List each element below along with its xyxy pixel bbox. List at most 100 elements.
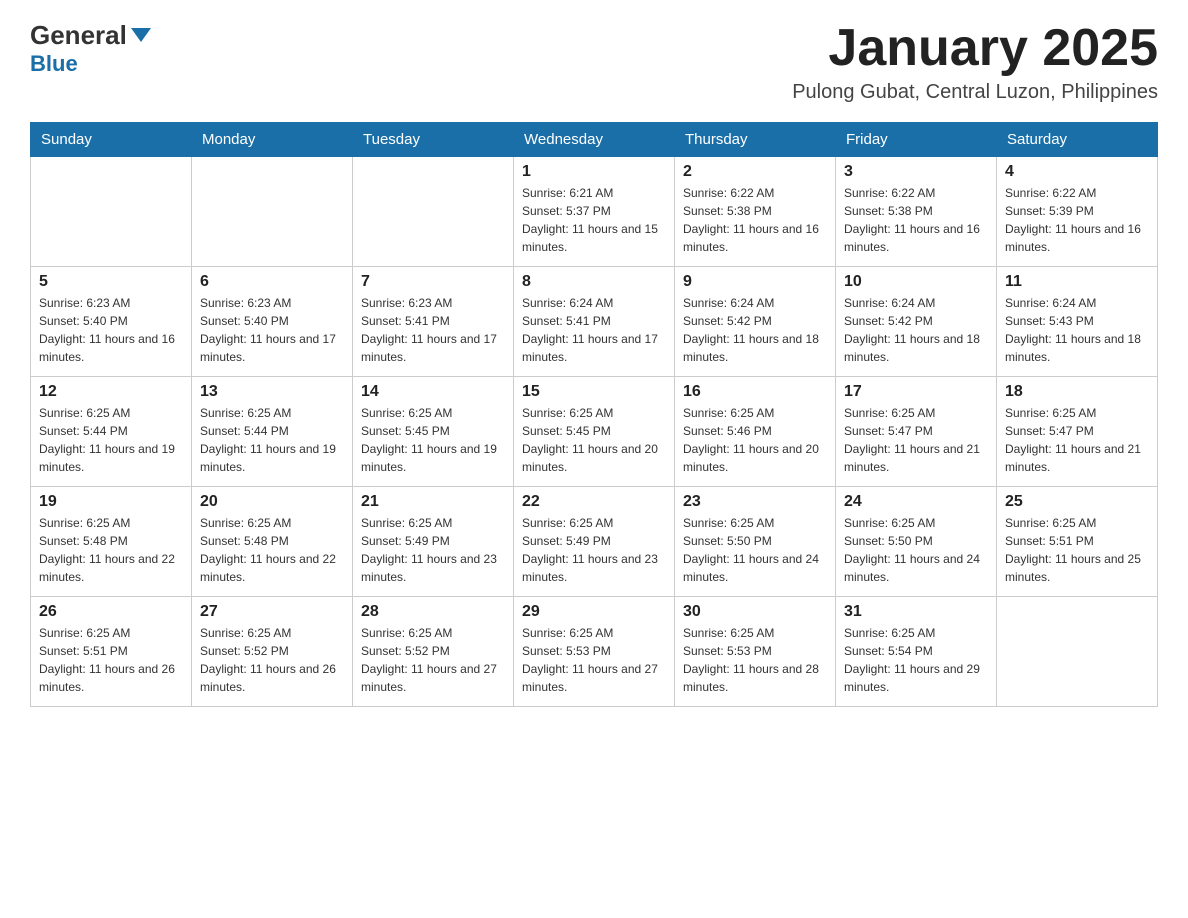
day-info: Sunrise: 6:24 AMSunset: 5:41 PMDaylight:… xyxy=(522,294,666,366)
page-header: General Blue January 2025 Pulong Gubat, … xyxy=(30,20,1158,104)
day-number: 24 xyxy=(844,493,988,511)
day-info: Sunrise: 6:23 AMSunset: 5:40 PMDaylight:… xyxy=(39,294,183,366)
day-number: 19 xyxy=(39,493,183,511)
day-info: Sunrise: 6:25 AMSunset: 5:44 PMDaylight:… xyxy=(39,404,183,476)
calendar-cell: 7 Sunrise: 6:23 AMSunset: 5:41 PMDaylight… xyxy=(353,267,514,377)
week-row-2: 5 Sunrise: 6:23 AMSunset: 5:40 PMDaylight… xyxy=(31,267,1158,377)
calendar-cell: 18Sunrise: 6:25 AMSunset: 5:47 PMDayligh… xyxy=(997,377,1158,487)
day-info: Sunrise: 6:25 AMSunset: 5:47 PMDaylight:… xyxy=(844,404,988,476)
day-number: 27 xyxy=(200,603,344,621)
calendar-cell: 10 Sunrise: 6:24 AMSunset: 5:42 PMDayligh… xyxy=(836,267,997,377)
calendar-cell: 8 Sunrise: 6:24 AMSunset: 5:41 PMDaylight… xyxy=(514,267,675,377)
calendar-cell: 5 Sunrise: 6:23 AMSunset: 5:40 PMDaylight… xyxy=(31,267,192,377)
day-number: 3 xyxy=(844,163,988,181)
day-number: 14 xyxy=(361,383,505,401)
col-header-saturday: Saturday xyxy=(997,123,1158,157)
calendar-cell: 31Sunrise: 6:25 AMSunset: 5:54 PMDayligh… xyxy=(836,597,997,707)
day-info: Sunrise: 6:25 AMSunset: 5:51 PMDaylight:… xyxy=(1005,514,1149,586)
calendar-cell: 9 Sunrise: 6:24 AMSunset: 5:42 PMDaylight… xyxy=(675,267,836,377)
calendar-cell: 19 Sunrise: 6:25 AMSunset: 5:48 PMDayligh… xyxy=(31,487,192,597)
day-number: 23 xyxy=(683,493,827,511)
day-number: 7 xyxy=(361,273,505,291)
col-header-monday: Monday xyxy=(192,123,353,157)
day-info: Sunrise: 6:25 AMSunset: 5:53 PMDaylight:… xyxy=(683,624,827,696)
calendar-cell xyxy=(997,597,1158,707)
calendar-cell: 24Sunrise: 6:25 AMSunset: 5:50 PMDayligh… xyxy=(836,487,997,597)
day-info: Sunrise: 6:25 AMSunset: 5:52 PMDaylight:… xyxy=(200,624,344,696)
calendar-cell: 25Sunrise: 6:25 AMSunset: 5:51 PMDayligh… xyxy=(997,487,1158,597)
calendar-cell: 23 Sunrise: 6:25 AMSunset: 5:50 PMDayligh… xyxy=(675,487,836,597)
day-info: Sunrise: 6:23 AMSunset: 5:41 PMDaylight:… xyxy=(361,294,505,366)
calendar-cell: 27 Sunrise: 6:25 AMSunset: 5:52 PMDayligh… xyxy=(192,597,353,707)
week-row-5: 26 Sunrise: 6:25 AMSunset: 5:51 PMDayligh… xyxy=(31,597,1158,707)
day-info: Sunrise: 6:25 AMSunset: 5:45 PMDaylight:… xyxy=(361,404,505,476)
calendar-cell: 22 Sunrise: 6:25 AMSunset: 5:49 PMDayligh… xyxy=(514,487,675,597)
calendar-cell: 21Sunrise: 6:25 AMSunset: 5:49 PMDayligh… xyxy=(353,487,514,597)
calendar-cell: 26 Sunrise: 6:25 AMSunset: 5:51 PMDayligh… xyxy=(31,597,192,707)
calendar-cell: 6 Sunrise: 6:23 AMSunset: 5:40 PMDaylight… xyxy=(192,267,353,377)
day-info: Sunrise: 6:22 AMSunset: 5:39 PMDaylight:… xyxy=(1005,184,1149,256)
week-row-3: 12 Sunrise: 6:25 AMSunset: 5:44 PMDayligh… xyxy=(31,377,1158,487)
day-number: 26 xyxy=(39,603,183,621)
day-number: 21 xyxy=(361,493,505,511)
day-number: 11 xyxy=(1005,273,1149,291)
calendar-cell: 2 Sunrise: 6:22 AMSunset: 5:38 PMDaylight… xyxy=(675,157,836,267)
day-info: Sunrise: 6:25 AMSunset: 5:48 PMDaylight:… xyxy=(39,514,183,586)
col-header-thursday: Thursday xyxy=(675,123,836,157)
day-info: Sunrise: 6:25 AMSunset: 5:49 PMDaylight:… xyxy=(522,514,666,586)
day-number: 8 xyxy=(522,273,666,291)
calendar-cell: 11 Sunrise: 6:24 AMSunset: 5:43 PMDayligh… xyxy=(997,267,1158,377)
day-number: 22 xyxy=(522,493,666,511)
day-number: 30 xyxy=(683,603,827,621)
day-info: Sunrise: 6:23 AMSunset: 5:40 PMDaylight:… xyxy=(200,294,344,366)
calendar-table: SundayMondayTuesdayWednesdayThursdayFrid… xyxy=(30,122,1158,707)
calendar-cell: 29Sunrise: 6:25 AMSunset: 5:53 PMDayligh… xyxy=(514,597,675,707)
day-info: Sunrise: 6:22 AMSunset: 5:38 PMDaylight:… xyxy=(844,184,988,256)
day-info: Sunrise: 6:25 AMSunset: 5:51 PMDaylight:… xyxy=(39,624,183,696)
day-info: Sunrise: 6:25 AMSunset: 5:44 PMDaylight:… xyxy=(200,404,344,476)
day-number: 20 xyxy=(200,493,344,511)
day-number: 18 xyxy=(1005,383,1149,401)
calendar-cell: 30 Sunrise: 6:25 AMSunset: 5:53 PMDayligh… xyxy=(675,597,836,707)
col-header-wednesday: Wednesday xyxy=(514,123,675,157)
day-number: 16 xyxy=(683,383,827,401)
logo-general-text: General xyxy=(30,20,127,51)
day-info: Sunrise: 6:25 AMSunset: 5:46 PMDaylight:… xyxy=(683,404,827,476)
day-number: 2 xyxy=(683,163,827,181)
week-row-1: 1Sunrise: 6:21 AMSunset: 5:37 PMDaylight… xyxy=(31,157,1158,267)
header-row: SundayMondayTuesdayWednesdayThursdayFrid… xyxy=(31,123,1158,157)
logo: General Blue xyxy=(30,20,151,77)
week-row-4: 19 Sunrise: 6:25 AMSunset: 5:48 PMDayligh… xyxy=(31,487,1158,597)
logo-blue-text: Blue xyxy=(30,51,78,77)
calendar-cell: 28 Sunrise: 6:25 AMSunset: 5:52 PMDayligh… xyxy=(353,597,514,707)
day-number: 5 xyxy=(39,273,183,291)
col-header-sunday: Sunday xyxy=(31,123,192,157)
day-number: 9 xyxy=(683,273,827,291)
day-number: 10 xyxy=(844,273,988,291)
col-header-tuesday: Tuesday xyxy=(353,123,514,157)
day-number: 13 xyxy=(200,383,344,401)
day-info: Sunrise: 6:25 AMSunset: 5:50 PMDaylight:… xyxy=(683,514,827,586)
day-info: Sunrise: 6:22 AMSunset: 5:38 PMDaylight:… xyxy=(683,184,827,256)
day-info: Sunrise: 6:24 AMSunset: 5:42 PMDaylight:… xyxy=(683,294,827,366)
calendar-cell: 1Sunrise: 6:21 AMSunset: 5:37 PMDaylight… xyxy=(514,157,675,267)
day-info: Sunrise: 6:25 AMSunset: 5:52 PMDaylight:… xyxy=(361,624,505,696)
day-number: 12 xyxy=(39,383,183,401)
day-info: Sunrise: 6:24 AMSunset: 5:42 PMDaylight:… xyxy=(844,294,988,366)
day-info: Sunrise: 6:25 AMSunset: 5:48 PMDaylight:… xyxy=(200,514,344,586)
day-info: Sunrise: 6:24 AMSunset: 5:43 PMDaylight:… xyxy=(1005,294,1149,366)
day-number: 15 xyxy=(522,383,666,401)
calendar-cell xyxy=(353,157,514,267)
day-number: 31 xyxy=(844,603,988,621)
day-number: 28 xyxy=(361,603,505,621)
calendar-cell: 13 Sunrise: 6:25 AMSunset: 5:44 PMDayligh… xyxy=(192,377,353,487)
day-info: Sunrise: 6:21 AMSunset: 5:37 PMDaylight:… xyxy=(522,184,666,256)
calendar-cell: 12 Sunrise: 6:25 AMSunset: 5:44 PMDayligh… xyxy=(31,377,192,487)
day-number: 6 xyxy=(200,273,344,291)
day-number: 4 xyxy=(1005,163,1149,181)
day-info: Sunrise: 6:25 AMSunset: 5:45 PMDaylight:… xyxy=(522,404,666,476)
col-header-friday: Friday xyxy=(836,123,997,157)
day-number: 17 xyxy=(844,383,988,401)
calendar-cell: 14 Sunrise: 6:25 AMSunset: 5:45 PMDayligh… xyxy=(353,377,514,487)
calendar-cell: 17 Sunrise: 6:25 AMSunset: 5:47 PMDayligh… xyxy=(836,377,997,487)
